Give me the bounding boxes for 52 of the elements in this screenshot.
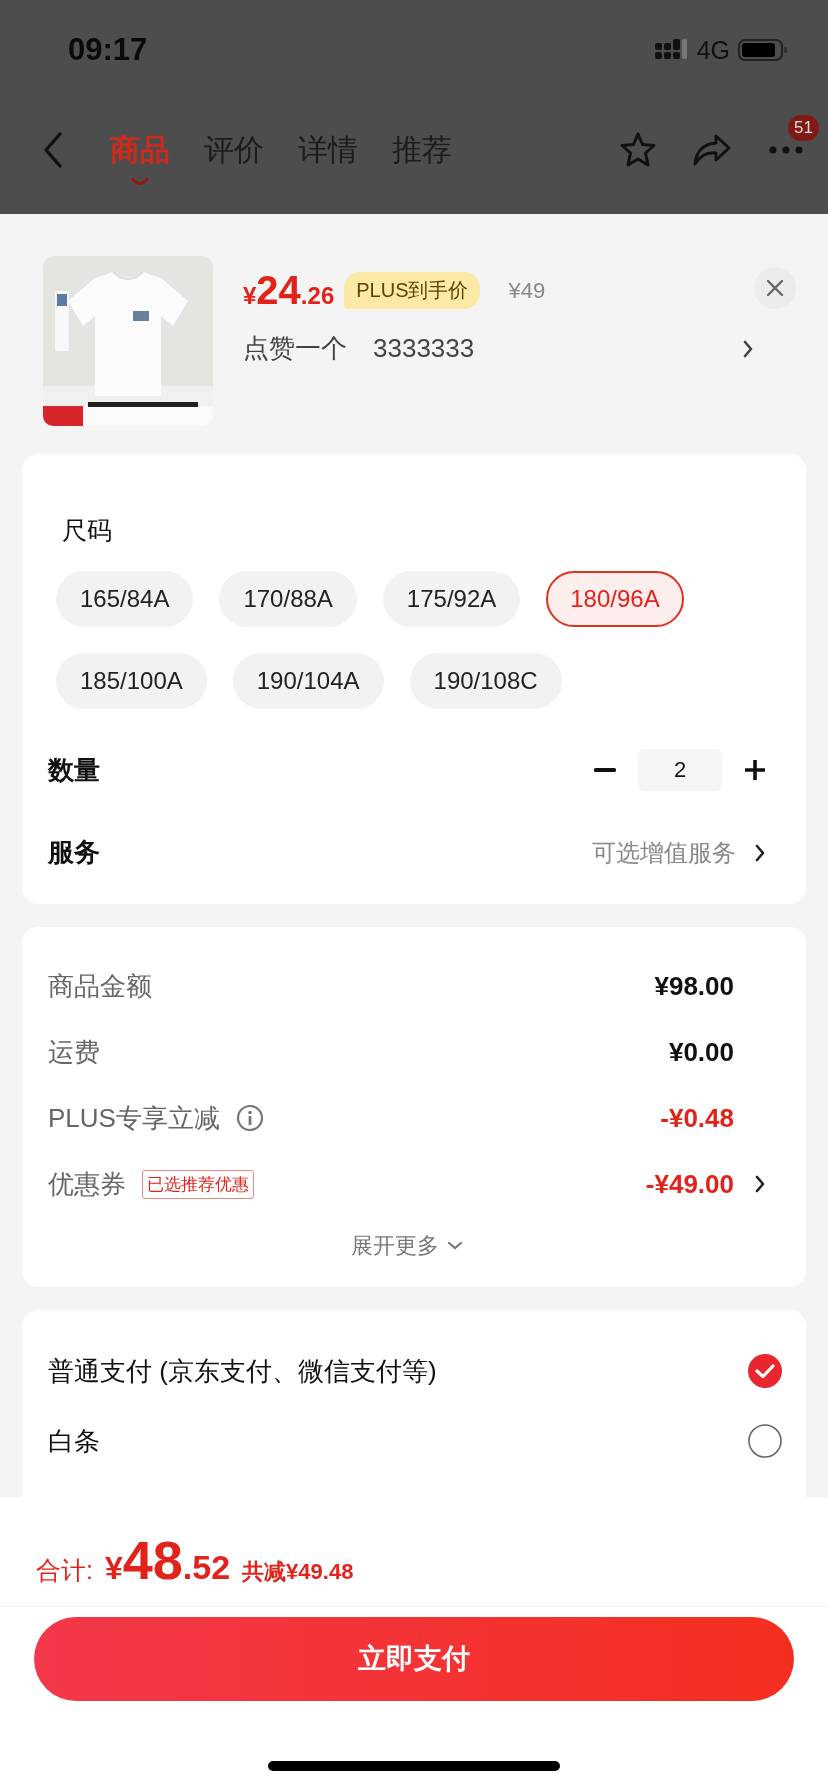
cost-label: PLUS专享立减 (48, 1101, 220, 1135)
total-price: ¥48.52 (104, 1529, 231, 1591)
tab-indicator-icon (131, 176, 149, 187)
total-saving: 共减¥49.48 (242, 1558, 354, 1586)
size-option[interactable]: 175/92A (382, 571, 521, 627)
close-icon (766, 278, 784, 297)
more-icon[interactable] (768, 145, 804, 155)
pay-button[interactable]: 立即支付 (34, 1617, 794, 1701)
quantity-label: 数量 (48, 753, 101, 787)
price-tag: PLUS到手价 (344, 272, 481, 309)
size-option[interactable]: 180/96A (546, 571, 684, 627)
radio-icon[interactable] (748, 1424, 782, 1458)
size-option[interactable]: 190/108C (409, 653, 562, 709)
info-icon[interactable] (235, 1104, 264, 1132)
cost-value: -¥49.00 (645, 1168, 734, 1200)
service-label: 服务 (48, 836, 101, 869)
selected-spec: 3333333 (373, 333, 475, 364)
size-option[interactable]: 185/100A (56, 653, 207, 709)
price: ¥24.26 (243, 268, 335, 313)
coupon-tag: 已选推荐优惠 (142, 1169, 254, 1199)
cost-value: ¥98.00 (654, 970, 734, 1002)
chevron-right-icon[interactable] (754, 1175, 766, 1193)
size-label: 尺码 (62, 515, 113, 546)
original-price: ¥49 (508, 277, 546, 304)
share-icon[interactable] (692, 132, 732, 168)
chevron-right-icon[interactable] (742, 339, 754, 358)
cost-value: -¥0.48 (660, 1102, 734, 1134)
battery-icon (738, 38, 788, 62)
expand-link[interactable]: 展开更多 (351, 1231, 439, 1261)
status-time: 09:17 (68, 32, 148, 68)
cost-label: 运费 (48, 1035, 100, 1069)
chevron-right-icon[interactable] (754, 843, 766, 862)
notification-badge: 51 (788, 115, 819, 141)
size-option[interactable]: 170/88A (219, 571, 357, 627)
cost-label: 优惠券 (48, 1167, 126, 1201)
chevron-down-icon[interactable] (447, 1241, 463, 1251)
total-label: 合计: (36, 1555, 93, 1586)
service-link[interactable]: 可选增值服务 (592, 836, 736, 869)
plus-icon[interactable] (744, 759, 766, 781)
checked-radio-icon[interactable] (748, 1354, 782, 1388)
payment-option[interactable]: 普通支付 (京东支付、微信支付等) (48, 1353, 748, 1389)
signal-icon (654, 39, 689, 61)
cost-label: 商品金额 (48, 969, 152, 1003)
quantity-field[interactable]: 2 (638, 749, 722, 791)
close-button[interactable] (754, 266, 796, 309)
minus-icon[interactable] (594, 768, 616, 772)
selected-spec: 点赞一个 (243, 332, 347, 365)
size-option[interactable]: 190/104A (232, 653, 384, 709)
payment-option[interactable]: 白条 (48, 1423, 748, 1459)
network-label: 4G (696, 35, 730, 65)
cost-value: ¥0.00 (668, 1036, 734, 1068)
size-option[interactable]: 165/84A (56, 571, 194, 627)
